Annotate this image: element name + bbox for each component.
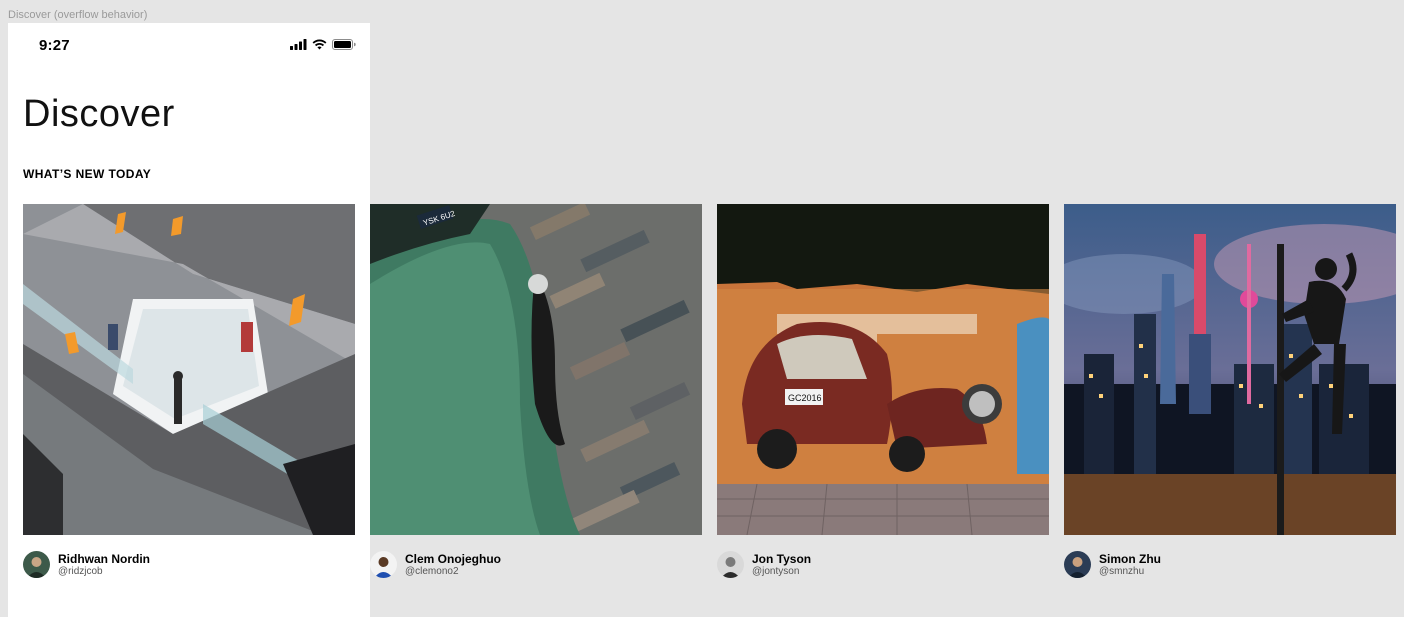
author-name[interactable]: Ridhwan Nordin [58, 552, 150, 566]
photo-card[interactable]: YSK 6U2 Clem Onojeghuo @clemono2 [370, 204, 702, 578]
author-info[interactable]: Clem Onojeghuo @clemono2 [370, 551, 501, 578]
author-handle: @clemono2 [405, 565, 459, 577]
battery-icon [332, 39, 356, 50]
avatar[interactable] [370, 551, 397, 578]
author-name[interactable]: Simon Zhu [1099, 552, 1161, 566]
avatar[interactable] [23, 551, 50, 578]
author-handle: @jontyson [752, 565, 800, 577]
photo-card[interactable]: Simon Zhu @smnzhu [1064, 204, 1396, 578]
author-name[interactable]: Clem Onojeghuo [405, 552, 501, 566]
author-info[interactable]: Ridhwan Nordin @ridzjcob [23, 551, 150, 578]
photo-card[interactable]: Ridhwan Nordin @ridzjcob [23, 204, 355, 578]
author-info[interactable]: Jon Tyson @jontyson [717, 551, 811, 578]
author-handle: @smnzhu [1099, 565, 1145, 577]
page-title: Discover [23, 93, 175, 135]
author-info[interactable]: Simon Zhu @smnzhu [1064, 551, 1161, 578]
status-time: 9:27 [39, 37, 70, 54]
city-night-climber-photo[interactable] [1064, 204, 1396, 535]
wifi-icon [312, 39, 327, 50]
frame-label: Discover (overflow behavior) [8, 9, 148, 21]
avatar[interactable] [717, 551, 744, 578]
green-car-photo[interactable]: YSK 6U2 [370, 204, 702, 535]
author-name[interactable]: Jon Tyson [752, 552, 811, 566]
section-title: WHAT’S NEW TODAY [23, 167, 152, 181]
author-handle: @ridzjcob [58, 565, 103, 577]
photo-card[interactable]: GC2016 Jon Tyson @jontyson [717, 204, 1049, 578]
svg-text:GC2016: GC2016 [788, 393, 822, 403]
avatar[interactable] [1064, 551, 1091, 578]
graffiti-car-scooter-photo[interactable]: GC2016 [717, 204, 1049, 535]
status-icons [290, 39, 356, 50]
signal-icon [290, 39, 307, 50]
escalator-photo[interactable] [23, 204, 355, 535]
